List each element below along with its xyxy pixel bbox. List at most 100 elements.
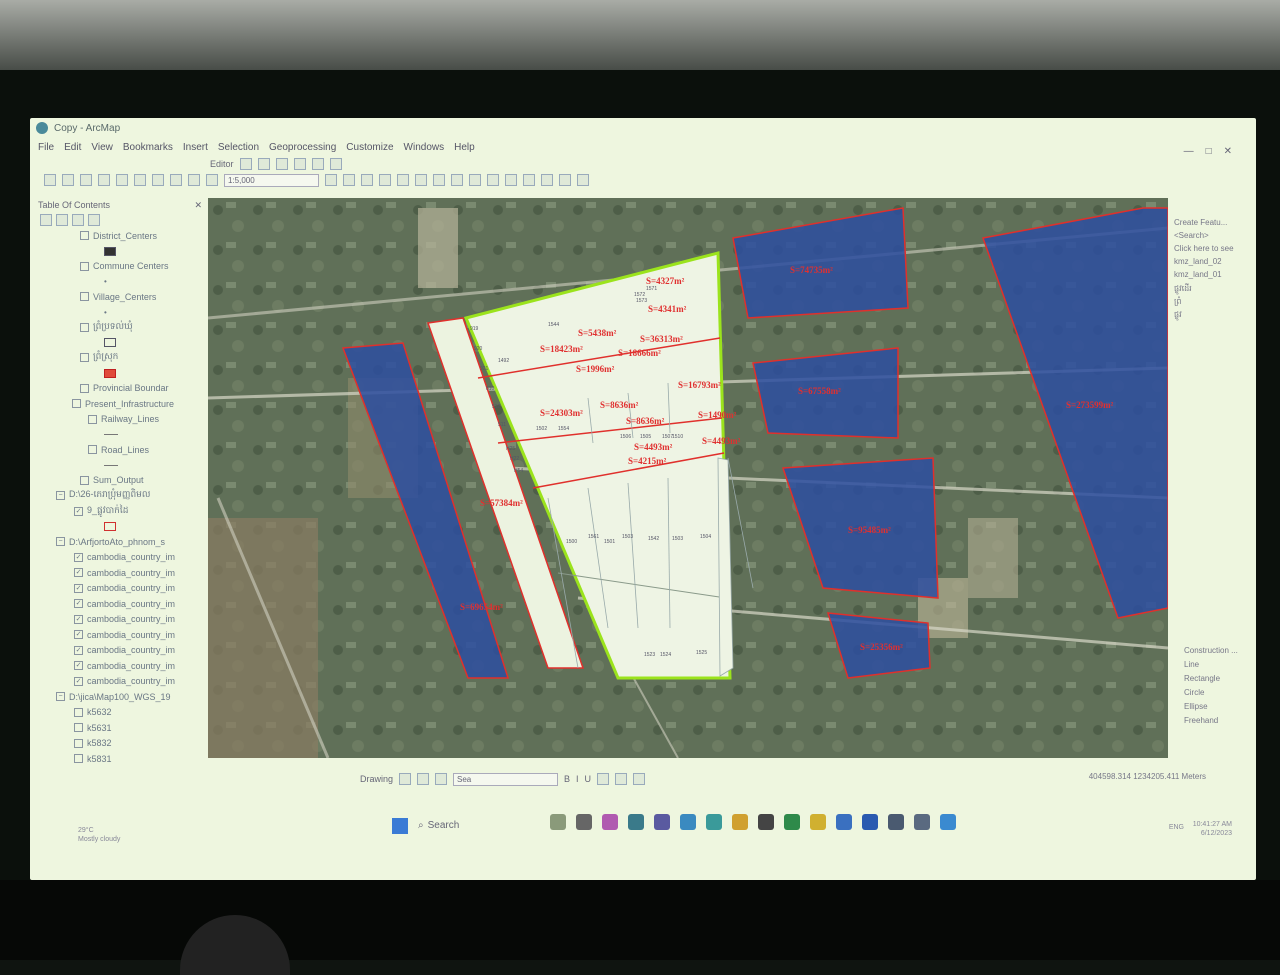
fill-color-icon[interactable] — [615, 773, 628, 785]
app-icon[interactable] — [914, 814, 930, 830]
toc-layer-row[interactable]: ✓ cambodia_country_im — [34, 658, 206, 674]
bold-icon[interactable]: B — [564, 774, 570, 784]
task-view-icon[interactable] — [576, 814, 592, 830]
menu-geoprocessing[interactable]: Geoprocessing — [269, 142, 336, 153]
tool-circle[interactable]: Circle — [1180, 688, 1256, 702]
layer-checkbox[interactable]: ✓ — [74, 552, 83, 562]
catalog-icon[interactable] — [523, 174, 535, 186]
layer-checkbox[interactable] — [80, 292, 89, 302]
teams-icon[interactable] — [654, 814, 670, 830]
layer-checkbox[interactable]: ✓ — [74, 676, 83, 686]
layer-checkbox[interactable]: ✓ — [74, 599, 83, 609]
toc-layer-row[interactable]: ✓ cambodia_country_im — [34, 643, 206, 659]
split-tool-icon[interactable] — [293, 158, 306, 170]
print-icon[interactable] — [98, 174, 110, 186]
open-icon[interactable] — [62, 174, 74, 186]
italic-icon[interactable]: I — [576, 774, 579, 784]
layer-checkbox[interactable] — [88, 414, 97, 424]
layer-checkbox[interactable] — [80, 475, 89, 485]
tool-freehand[interactable]: Freehand — [1180, 716, 1256, 730]
expand-toggle[interactable]: − — [56, 537, 65, 547]
weather-widget[interactable]: 29°C Mostly cloudy — [78, 826, 120, 844]
new-map-icon[interactable] — [44, 174, 56, 186]
group-checkbox[interactable] — [72, 399, 81, 409]
layer-checkbox[interactable]: ✓ — [74, 645, 83, 655]
menu-view[interactable]: View — [91, 142, 113, 153]
menu-insert[interactable]: Insert — [183, 142, 208, 153]
copy-icon[interactable] — [134, 174, 146, 186]
redo-icon[interactable] — [188, 174, 200, 186]
layer-checkbox[interactable] — [80, 353, 89, 363]
identify-icon[interactable] — [451, 174, 463, 186]
forward-extent-icon[interactable] — [415, 174, 427, 186]
toc-layer-row[interactable]: Road_Lines — [34, 442, 206, 458]
layer-checkbox[interactable] — [80, 231, 89, 241]
menu-edit[interactable]: Edit — [64, 142, 81, 153]
layer-checkbox[interactable]: ✓ — [74, 583, 83, 593]
toc-group-row[interactable]: Present_Infrastructure — [34, 396, 206, 412]
toc-layer-row[interactable]: Commune Centers — [34, 259, 206, 275]
toc-options-icon[interactable] — [88, 214, 100, 226]
vertex-tool-icon[interactable] — [275, 158, 288, 170]
toc-layer-row[interactable]: ព្រំប្រទល់ឃុំ — [34, 320, 206, 336]
toc-layer-row[interactable]: k5832 — [34, 736, 206, 752]
template-item[interactable]: ព្រំ — [1170, 296, 1256, 309]
app-icon[interactable] — [888, 814, 904, 830]
toc-layer-row[interactable]: k5831 — [34, 751, 206, 767]
toc-source-row[interactable]: − D:\26-ភេរាប្រុំមញ្ញពិមល — [34, 488, 206, 504]
undo-icon[interactable] — [170, 174, 182, 186]
select-features-icon[interactable] — [433, 174, 445, 186]
back-extent-icon[interactable] — [397, 174, 409, 186]
toc-layer-row[interactable]: ✓ cambodia_country_im — [34, 612, 206, 628]
layer-checkbox[interactable] — [74, 723, 83, 733]
menu-windows[interactable]: Windows — [404, 142, 445, 153]
terminal-icon[interactable] — [758, 814, 774, 830]
layer-checkbox[interactable] — [74, 707, 83, 717]
toc-layer-row[interactable]: Railway_Lines — [34, 412, 206, 428]
list-by-drawing-order-icon[interactable] — [40, 214, 52, 226]
font-selector[interactable]: Sea — [453, 772, 559, 786]
window-controls[interactable]: —□✕ — [1184, 146, 1244, 157]
layer-checkbox[interactable]: ✓ — [74, 630, 83, 640]
layer-checkbox[interactable] — [80, 261, 89, 271]
toc-close-icon[interactable]: ✕ — [194, 200, 202, 214]
rotate-tool-icon[interactable] — [311, 158, 324, 170]
expand-toggle[interactable]: − — [56, 491, 65, 501]
toc-source-row[interactable]: − D:\jica\Map100_WGS_19 — [34, 689, 206, 705]
menu-help[interactable]: Help — [454, 142, 475, 153]
folder-icon[interactable] — [732, 814, 748, 830]
template-item[interactable]: kmz_land_02 — [1170, 257, 1256, 270]
line-color-icon[interactable] — [633, 773, 646, 785]
toc-layer-row[interactable]: Provincial Boundar — [34, 381, 206, 397]
layer-checkbox[interactable] — [88, 445, 97, 455]
toc-layer-row[interactable]: ✓ 9_ផ្លូវបាក់ដៃ — [34, 504, 206, 520]
layer-checkbox[interactable] — [80, 322, 89, 332]
hyperlink-icon[interactable] — [505, 174, 517, 186]
search-icon[interactable] — [541, 174, 553, 186]
save-icon[interactable] — [80, 174, 92, 186]
edit-tool-icon[interactable] — [239, 158, 252, 170]
cut-icon[interactable] — [116, 174, 128, 186]
toc-layer-row[interactable]: ✓ cambodia_country_im — [34, 674, 206, 690]
sketch-tool-icon[interactable] — [257, 158, 270, 170]
widgets-icon[interactable] — [550, 814, 566, 830]
toc-layer-row[interactable]: ✓ cambodia_country_im — [34, 550, 206, 566]
toc-layer-row[interactable]: District_Centers — [34, 228, 206, 244]
list-by-source-icon[interactable] — [56, 214, 68, 226]
toc-layer-row[interactable]: ✓ cambodia_country_im — [34, 581, 206, 597]
toc-layer-row[interactable]: ✓ cambodia_country_im — [34, 596, 206, 612]
paste-icon[interactable] — [152, 174, 164, 186]
toc-layer-row[interactable]: Sum_Output — [34, 473, 206, 489]
toc-layer-row[interactable]: ✓ cambodia_country_im — [34, 565, 206, 581]
tool-ellipse[interactable]: Ellipse — [1180, 702, 1256, 716]
pan-icon[interactable] — [361, 174, 373, 186]
language-indicator[interactable]: ENG — [1169, 824, 1184, 831]
template-search[interactable]: <Search> — [1170, 231, 1256, 244]
taskbar-search[interactable]: ⌕ Search — [418, 816, 538, 834]
layer-checkbox[interactable] — [74, 754, 83, 764]
expand-toggle[interactable]: − — [56, 692, 65, 702]
underline-icon[interactable]: U — [585, 774, 592, 784]
menu-file[interactable]: File — [38, 142, 54, 153]
template-item[interactable]: ផ្លូវ — [1170, 309, 1256, 322]
toc-layer-row[interactable]: ✓ cambodia_country_im — [34, 627, 206, 643]
